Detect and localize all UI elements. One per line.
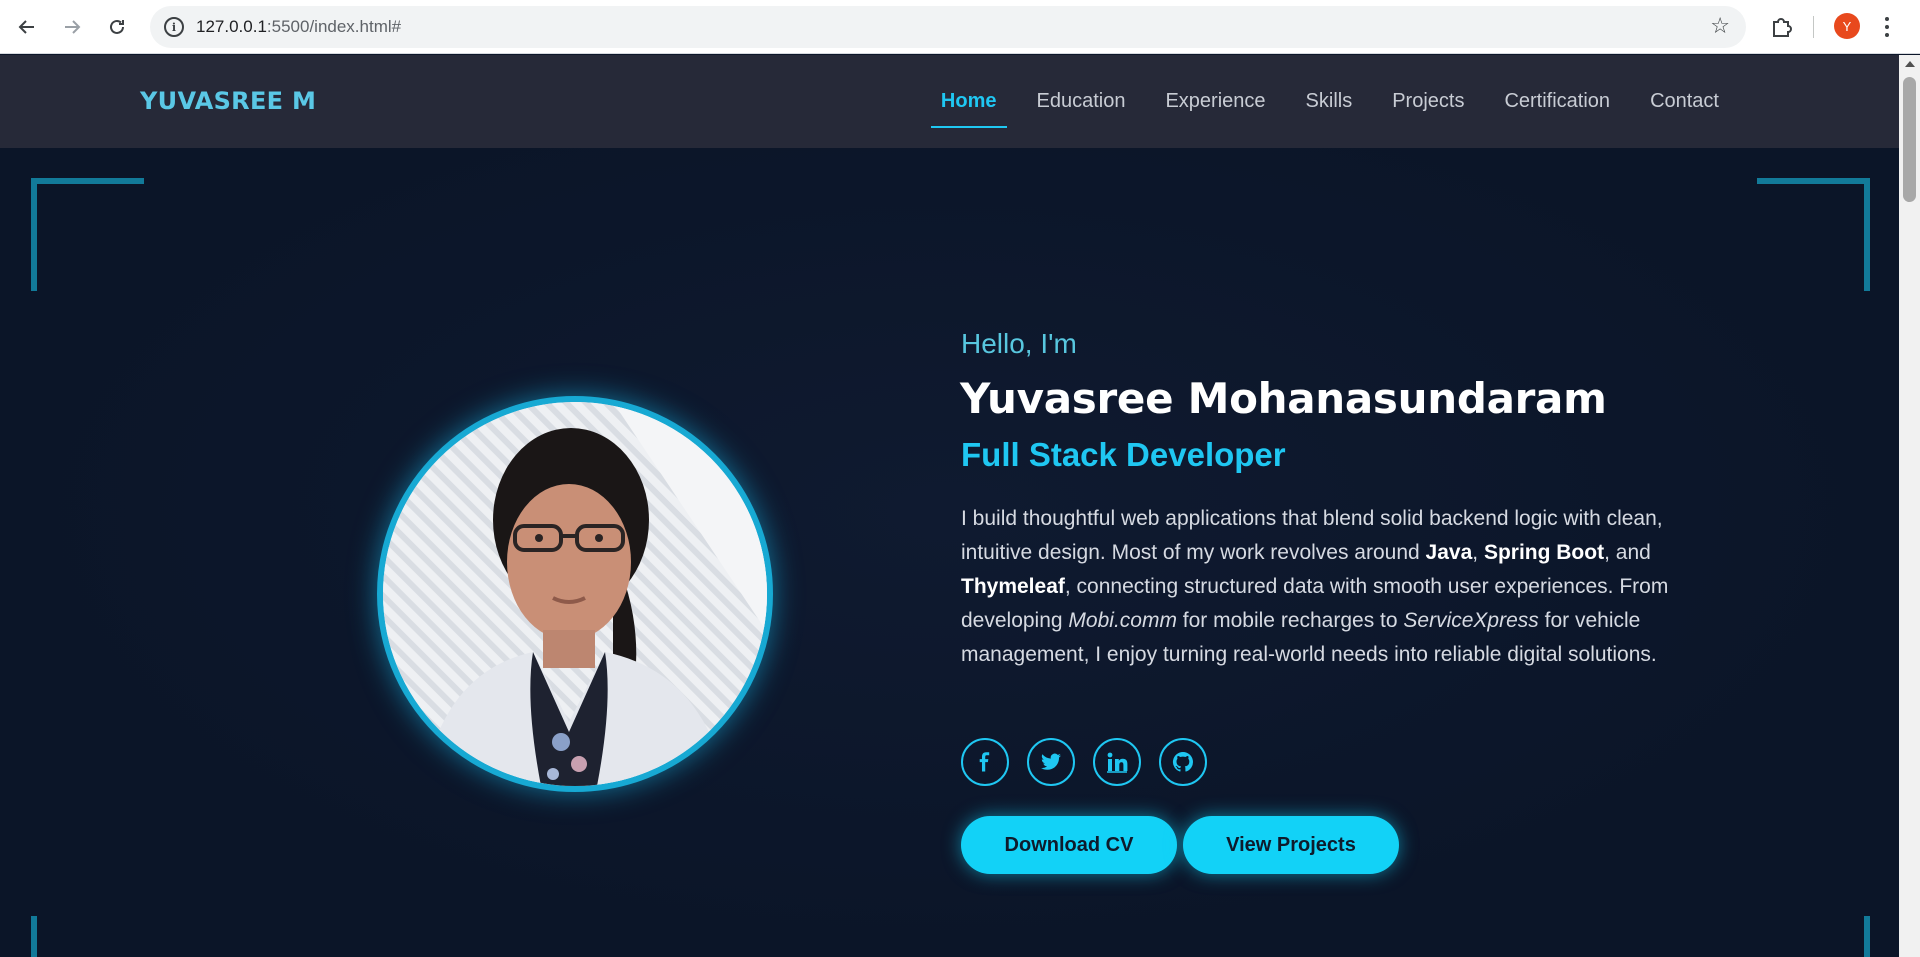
main-nav: Home Education Experience Skills Project… bbox=[921, 55, 1739, 148]
corner-frame-bottom-right bbox=[1864, 916, 1870, 957]
profile-photo bbox=[377, 396, 773, 792]
facebook-icon[interactable] bbox=[961, 738, 1009, 786]
nav-contact[interactable]: Contact bbox=[1630, 55, 1739, 148]
nav-skills[interactable]: Skills bbox=[1286, 55, 1373, 148]
corner-frame-bottom-left bbox=[31, 916, 37, 957]
corner-frame-top-left bbox=[31, 178, 144, 291]
forward-icon[interactable] bbox=[55, 10, 89, 44]
nav-certification[interactable]: Certification bbox=[1484, 55, 1630, 148]
nav-home[interactable]: Home bbox=[921, 55, 1017, 148]
scroll-up-arrow-icon[interactable] bbox=[1905, 61, 1915, 67]
nav-experience[interactable]: Experience bbox=[1145, 55, 1285, 148]
browser-toolbar: i 127.0.0.1:5500/index.html# ☆ Y bbox=[0, 0, 1920, 54]
toolbar-divider bbox=[1813, 16, 1814, 38]
download-cv-button[interactable]: Download CV bbox=[961, 816, 1177, 874]
github-icon[interactable] bbox=[1159, 738, 1207, 786]
greeting-text: Hello, I'm bbox=[961, 328, 1077, 359]
address-bar[interactable]: i 127.0.0.1:5500/index.html# ☆ bbox=[150, 6, 1746, 48]
corner-frame-top-right bbox=[1757, 178, 1870, 291]
linkedin-icon[interactable] bbox=[1093, 738, 1141, 786]
hero-actions: Download CV View Projects bbox=[961, 816, 1399, 874]
extensions-icon[interactable] bbox=[1766, 12, 1796, 42]
reload-icon[interactable] bbox=[100, 10, 134, 44]
page-scrollbar[interactable] bbox=[1899, 55, 1920, 957]
scrollbar-thumb[interactable] bbox=[1903, 77, 1916, 202]
back-icon[interactable] bbox=[10, 10, 44, 44]
hero-role: Full Stack Developer bbox=[961, 436, 1286, 473]
hero-bio: I build thoughtful web applications that… bbox=[961, 507, 1669, 666]
twitter-icon[interactable] bbox=[1027, 738, 1075, 786]
site-header: YUVASREE M Home Education Experience Ski… bbox=[0, 55, 1899, 148]
nav-projects[interactable]: Projects bbox=[1372, 55, 1484, 148]
bookmark-star-icon[interactable]: ☆ bbox=[1710, 14, 1730, 39]
url-text[interactable]: 127.0.0.1:5500/index.html# bbox=[196, 6, 401, 48]
social-links bbox=[961, 738, 1207, 786]
menu-icon[interactable] bbox=[1882, 12, 1892, 42]
nav-education[interactable]: Education bbox=[1017, 55, 1146, 148]
brand-logo[interactable]: YUVASREE M bbox=[140, 55, 316, 148]
hero-name: Yuvasree Mohanasundaram bbox=[960, 374, 1607, 423]
view-projects-button[interactable]: View Projects bbox=[1183, 816, 1399, 874]
hero-section: Hello, I'm Yuvasree Mohanasundaram Full … bbox=[0, 148, 1899, 957]
info-icon[interactable]: i bbox=[164, 17, 184, 37]
profile-avatar[interactable]: Y bbox=[1834, 13, 1860, 39]
